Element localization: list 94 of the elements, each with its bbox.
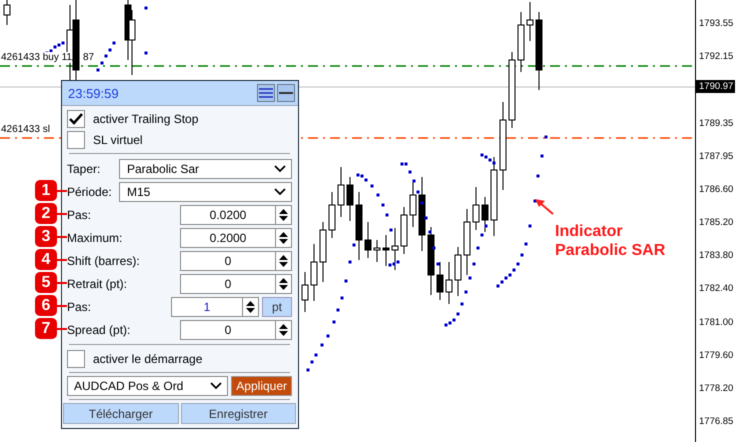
preset-dropdown[interactable]: AUDCAD Pos & Ord (67, 376, 228, 396)
candlestick (392, 228, 398, 270)
candlestick (472, 186, 480, 230)
spinner-button[interactable] (276, 320, 292, 340)
candlestick (302, 272, 308, 312)
up-down-arrows-icon (279, 322, 288, 336)
number-badge: 7 (35, 318, 57, 339)
price-label: 1792.15 (699, 51, 734, 62)
minimize-button[interactable] (277, 84, 295, 102)
clock-text: 23:59:59 (68, 86, 119, 100)
number-field[interactable]: 0 (180, 320, 276, 340)
number-field[interactable]: 0 (180, 274, 276, 294)
up-down-arrows-icon (279, 276, 288, 290)
number-field[interactable]: 1 (171, 296, 243, 316)
price-label: 1781.00 (699, 316, 734, 328)
checkbox[interactable] (67, 350, 85, 368)
number-badge: 2 (35, 203, 57, 224)
up-down-arrows-icon (246, 300, 255, 314)
candlestick (346, 176, 354, 222)
candlestick (320, 222, 326, 282)
up-down-arrows-icon (279, 254, 288, 268)
up-down-arrows-icon (279, 230, 288, 244)
action-button[interactable]: Enregistrer (180, 403, 296, 424)
field-label: Pas: (67, 298, 92, 314)
current-price-label: 1790.97 (696, 80, 736, 93)
menu-icon (259, 88, 273, 98)
candlestick (518, 12, 524, 72)
price-label: 1793.55 (699, 18, 734, 29)
order-label: 4261433 buy 11 (1, 52, 72, 63)
candlestick (428, 226, 434, 296)
checkbox[interactable] (67, 110, 85, 128)
number-badge: 3 (35, 226, 57, 247)
checkbox-label: activer le démarrage (93, 352, 202, 366)
price-label: 1779.60 (699, 350, 734, 361)
checkbox-label: activer Trailing Stop (93, 112, 198, 126)
checkbox-label: SL virtuel (93, 132, 143, 146)
field-label: Taper: (67, 160, 102, 176)
field-label: Spread (pt): (67, 322, 130, 338)
order-label: 87 (83, 52, 94, 63)
candlestick (310, 244, 318, 302)
candlestick (482, 196, 488, 232)
number-badge: 5 (35, 272, 57, 293)
price-label: 1785.20 (699, 217, 734, 228)
number-badge: 4 (35, 249, 57, 270)
annotation-text: Indicator Parabolic SAR (555, 222, 666, 260)
annotation-arrow (535, 199, 554, 215)
spinner-button[interactable] (276, 274, 292, 294)
dropdown[interactable]: M15 (119, 182, 292, 202)
candlestick (454, 246, 462, 296)
field-label: Période: (67, 184, 113, 200)
price-label: 1789.35 (699, 118, 734, 129)
field-label: Retrait (pt): (67, 276, 128, 292)
unit-button[interactable]: pt (262, 296, 292, 316)
candlestick (364, 222, 372, 258)
price-label: 1776.85 (699, 416, 734, 427)
action-button[interactable]: Télécharger (63, 403, 178, 424)
spinner-button[interactable] (276, 204, 292, 224)
menu-button[interactable] (257, 84, 275, 102)
candlestick (410, 182, 416, 228)
number-field[interactable]: 0 (180, 250, 276, 270)
candlestick (328, 192, 336, 238)
chevron-down-icon (210, 382, 222, 390)
candlestick (446, 262, 452, 304)
candlestick (400, 206, 408, 254)
up-down-arrows-icon (279, 208, 288, 222)
candlestick (356, 192, 362, 260)
spinner-button[interactable] (276, 228, 292, 248)
order-label: 4261433 sl (1, 124, 50, 135)
price-label: 1778.20 (699, 382, 734, 394)
dropdown[interactable]: Parabolic Sar (119, 158, 292, 178)
minimize-icon (279, 91, 293, 95)
number-field[interactable]: 0.2000 (180, 228, 276, 248)
candlestick (374, 240, 380, 262)
checkbox[interactable] (67, 130, 85, 148)
field-label: Shift (barres): (67, 252, 140, 268)
spinner-button[interactable] (243, 296, 259, 316)
price-label: 1783.80 (699, 250, 734, 262)
spinner-button[interactable] (276, 250, 292, 270)
chevron-down-icon (274, 188, 286, 196)
candlestick (338, 166, 344, 218)
checkmark-icon (69, 112, 83, 124)
number-field[interactable]: 0.0200 (180, 204, 276, 224)
field-label: Maximum: (67, 230, 122, 246)
chevron-down-icon (274, 164, 286, 172)
candlestick (436, 262, 444, 300)
number-badge: 6 (35, 295, 57, 316)
field-label: Pas: (67, 206, 92, 222)
apply-button[interactable]: Appliquer (231, 376, 292, 396)
number-badge: 1 (35, 180, 57, 201)
price-label: 1786.60 (699, 184, 734, 196)
candlestick (382, 234, 390, 266)
candlestick (464, 208, 470, 276)
price-label: 1782.40 (699, 283, 734, 294)
price-label: 1787.95 (699, 151, 734, 162)
